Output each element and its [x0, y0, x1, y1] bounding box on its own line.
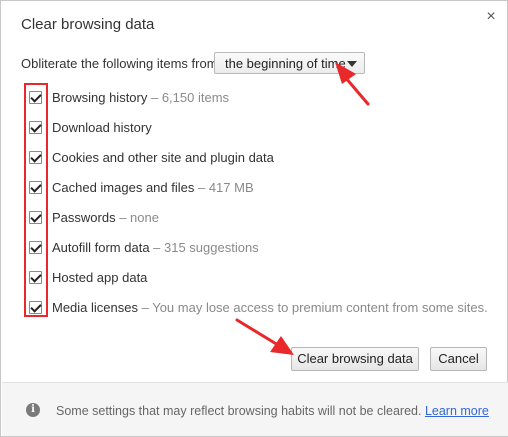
option-label: Cached images and files	[52, 180, 195, 195]
option-detail: – 6,150 items	[147, 90, 230, 105]
option-label: Browsing history	[52, 90, 148, 105]
option-label: Cookies and other site and plugin data	[52, 150, 274, 165]
time-range-label: Obliterate the following items from:	[21, 56, 222, 71]
clear-browsing-data-button[interactable]: Clear browsing data	[291, 347, 419, 371]
clear-browsing-data-dialog: Clear browsing data × Obliterate the fol…	[0, 0, 508, 437]
time-range-value: the beginning of time	[225, 56, 346, 71]
option-label: Autofill form data	[52, 240, 150, 255]
option-detail: – none	[115, 210, 159, 225]
option-detail: – 417 MB	[194, 180, 254, 195]
close-icon[interactable]: ×	[483, 8, 499, 26]
option-label: Passwords	[52, 210, 116, 225]
option-detail: – 315 suggestions	[149, 240, 259, 255]
chevron-down-icon	[347, 61, 357, 67]
footer-note: Some settings that may reflect browsing …	[56, 404, 422, 418]
dialog-footer: i Some settings that may reflect browsin…	[2, 382, 508, 436]
dialog-title: Clear browsing data	[21, 16, 155, 33]
option-label: Media licenses	[52, 300, 138, 315]
option-label: Download history	[52, 120, 152, 135]
option-label: Hosted app data	[52, 270, 148, 285]
checkbox-highlight-box	[24, 83, 48, 317]
info-icon: i	[26, 403, 40, 417]
cancel-button[interactable]: Cancel	[430, 347, 487, 371]
time-range-dropdown[interactable]: the beginning of time	[214, 52, 365, 74]
learn-more-link[interactable]: Learn more	[425, 404, 489, 418]
option-detail: – You may lose access to premium content…	[138, 300, 488, 315]
